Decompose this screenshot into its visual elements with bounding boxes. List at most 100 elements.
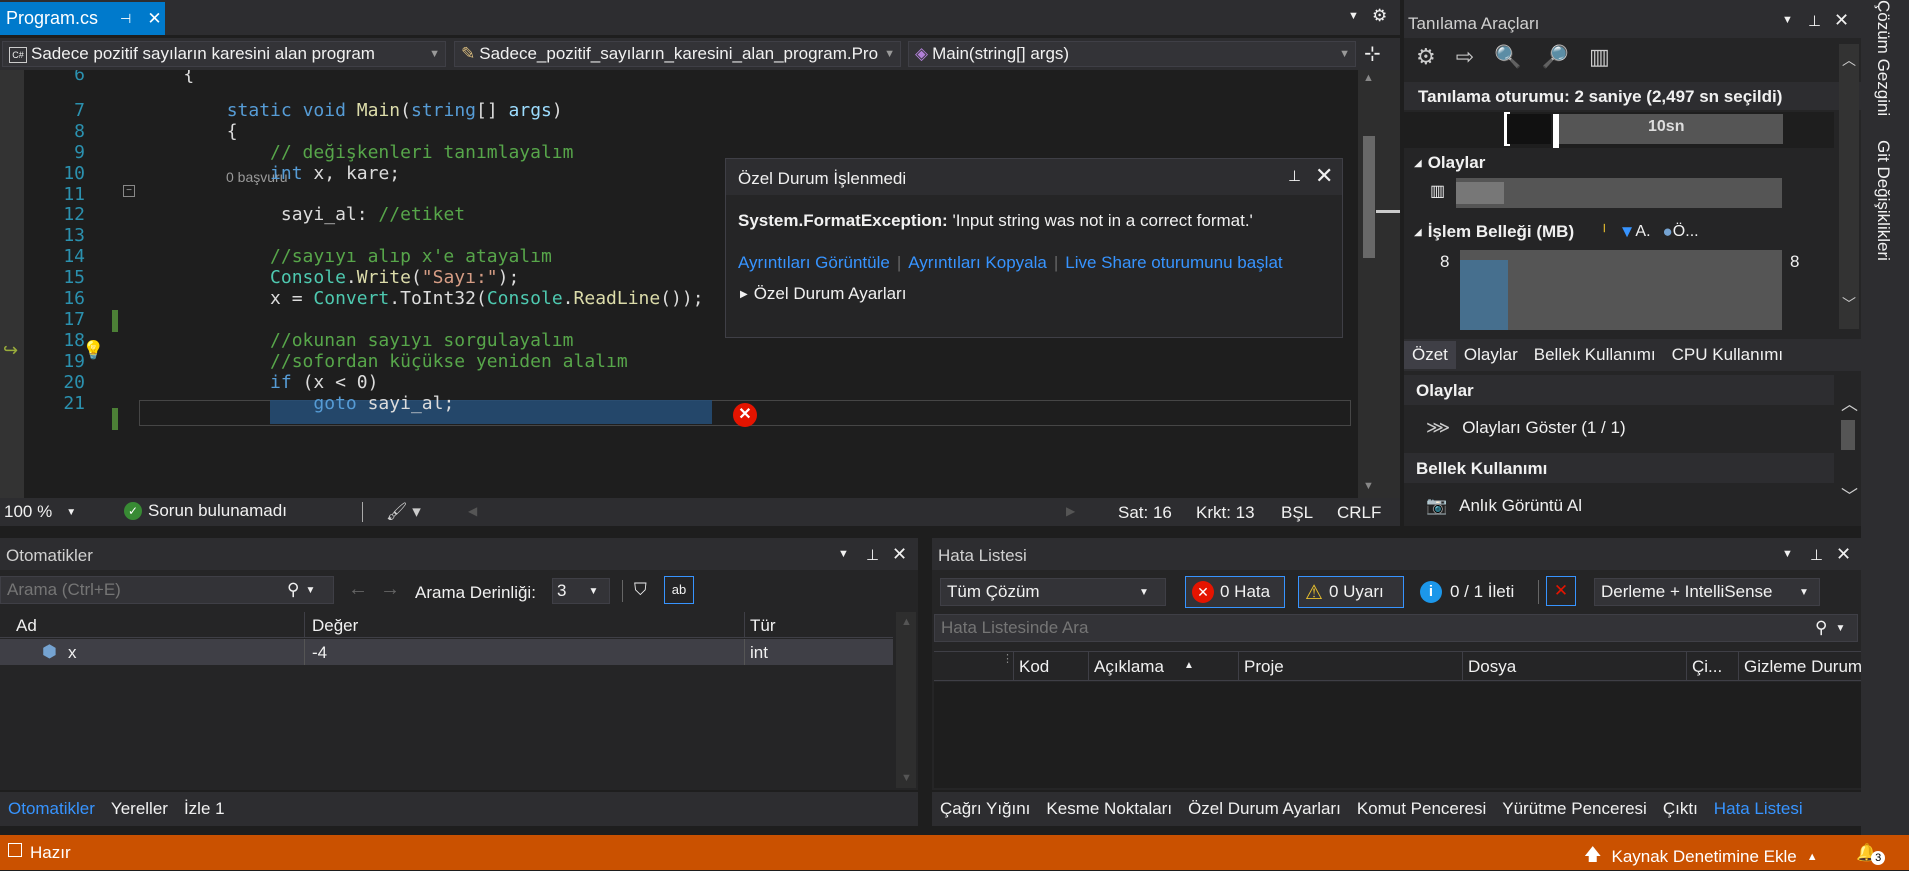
pin-icon[interactable]: ⊣ [120, 11, 131, 27]
tab-list-dropdown-icon[interactable]: ▼ [1348, 10, 1359, 22]
col-value[interactable]: Değer [312, 616, 358, 636]
pin-icon[interactable]: ⊥ [1288, 167, 1301, 185]
memory-section-header[interactable]: ◢ İşlem Belleği (MB) ╵ ▼ A. ● Ö... [1414, 222, 1699, 242]
project-dropdown[interactable]: C# Sadece pozitif sayıların karesini alan… [2, 41, 446, 67]
filter-icon[interactable]: ⛉ [634, 580, 647, 600]
cleanup-brush-icon[interactable]: 🖌 ▾ [386, 502, 421, 522]
settings-gear-icon[interactable]: ⚙ [1372, 6, 1387, 26]
scroll-down-icon[interactable]: ▼ [1363, 480, 1374, 492]
error-search-box[interactable]: ⚲▼ [934, 614, 1858, 642]
tab-komut-penceresi[interactable]: Komut Penceresi [1349, 799, 1494, 819]
tab-i-zle-1[interactable]: İzle 1 [176, 799, 233, 819]
zoom-dropdown[interactable]: 100 % ▼ [4, 502, 76, 522]
export-icon[interactable]: ⇨ [1456, 44, 1474, 70]
diag-scrollbar[interactable]: ︿ ﹀ [1839, 44, 1859, 329]
close-icon[interactable]: ✕ [1834, 10, 1849, 31]
take-snapshot-button[interactable]: 📷 Anlık Görüntü Al [1426, 496, 1582, 516]
tab-olaylar[interactable]: Olaylar [1456, 345, 1526, 365]
clear-filter-icon[interactable]: ✕ [1546, 576, 1576, 606]
line-ending[interactable]: CRLF [1337, 503, 1381, 523]
code-line[interactable]: { [140, 121, 238, 142]
code-line[interactable]: // değişkenleri tanımlayalım [140, 142, 573, 163]
code-line[interactable]: //sayıyı alıp x'e atayalım [140, 246, 552, 267]
tab-çıktı[interactable]: Çıktı [1655, 799, 1706, 819]
solution-explorer-tab[interactable]: Çözüm Gezgini [1873, 0, 1893, 116]
code-line[interactable]: //okunan sayıyı sorgulayalım [140, 330, 573, 351]
hex-view-icon[interactable]: ab [664, 576, 694, 604]
row-value[interactable]: -4 [312, 643, 327, 663]
autos-search-input[interactable]: ⚲▼ [0, 576, 334, 604]
reset-zoom-icon[interactable]: ▥ [1589, 44, 1610, 70]
zoom-in-icon[interactable]: 🔍 [1494, 44, 1521, 70]
scrollbar-thumb[interactable] [1363, 136, 1375, 258]
dropdown-icon[interactable]: ▼ [838, 548, 849, 560]
settings-icon[interactable]: ⚙ [1416, 44, 1436, 70]
col-4[interactable]: Çi... [1692, 657, 1722, 677]
source-control-button[interactable]: 🡅 Kaynak Denetimine Ekle ▲ [1584, 842, 1818, 871]
errors-filter-button[interactable]: ✕ 0 Hata [1185, 576, 1285, 608]
tab-bellek-kullanımı[interactable]: Bellek Kullanımı [1526, 345, 1664, 365]
tab-özet[interactable]: Özet [1404, 341, 1456, 369]
error-icon[interactable]: ✕ [733, 403, 757, 427]
collapse-icon[interactable]: − [123, 185, 135, 197]
member-dropdown[interactable]: ◈ Main(string[] args) ▼ [908, 41, 1356, 67]
live-share-link[interactable]: Live Share oturumunu başlat [1065, 253, 1282, 273]
code-line[interactable]: static void Main(string[] args) [140, 100, 563, 121]
table-row[interactable]: ⬢ x -4 int [0, 639, 893, 665]
show-events-button[interactable]: ⋙ Olayları Göster (1 / 1) [1426, 418, 1626, 438]
view-details-link[interactable]: Ayrıntıları Görüntüle [738, 253, 890, 273]
search-input[interactable] [935, 618, 1815, 638]
col-3[interactable]: Dosya [1468, 657, 1516, 677]
editor-scrollbar[interactable]: ▲ ▼ [1358, 70, 1380, 498]
col-2[interactable]: Proje [1244, 657, 1284, 677]
timeline-ruler[interactable]: 10sn [1404, 112, 1834, 148]
tab-otomatikler[interactable]: Otomatikler [0, 799, 103, 819]
code-line[interactable]: goto sayi_al; [140, 393, 454, 414]
git-changes-tab[interactable]: Git Değişiklikleri [1873, 140, 1893, 261]
lightbulb-icon[interactable]: 💡 [82, 340, 104, 361]
dropdown-icon[interactable]: ▼ [1782, 548, 1793, 560]
autos-scrollbar[interactable]: ▲ ▼ [896, 612, 916, 788]
zoom-out-icon[interactable]: 🔎 [1542, 44, 1569, 70]
scroll-up-icon[interactable]: ▲ [1363, 72, 1374, 84]
tab-cpu-kullanımı[interactable]: CPU Kullanımı [1664, 345, 1791, 365]
col-1[interactable]: Açıklama [1094, 657, 1164, 677]
column-position[interactable]: Krkt: 13 [1196, 503, 1255, 523]
pin-icon[interactable]: ⊥ [866, 546, 879, 564]
dropdown-icon[interactable]: ▼ [1782, 14, 1793, 26]
scope-select[interactable]: Tüm Çözüm ▼ [940, 578, 1166, 606]
diag-summary-scrollbar[interactable]: ︿ ﹀ [1839, 390, 1859, 510]
code-line[interactable]: Console.Write("Sayı:"); [140, 267, 519, 288]
tab-çağrı-yığını[interactable]: Çağrı Yığını [932, 799, 1038, 819]
pin-icon[interactable]: ⊥ [1810, 546, 1823, 564]
close-tab-icon[interactable]: ✕ [147, 9, 161, 29]
issues-indicator[interactable]: ✓ Sorun bulunamadı [124, 501, 287, 521]
messages-filter-button[interactable]: i 0 / 1 İleti [1414, 576, 1524, 608]
insert-mode[interactable]: BŞL [1281, 503, 1313, 523]
search-depth-select[interactable]: 3 ▼ [552, 578, 610, 604]
line-position[interactable]: Sat: 16 [1118, 503, 1172, 523]
col-name[interactable]: Ad [16, 616, 37, 636]
code-line[interactable]: { [140, 70, 194, 85]
back-arrow-icon[interactable]: ← [348, 578, 368, 601]
tab-program-cs[interactable]: Program.cs ⊣ ✕ [0, 2, 165, 35]
forward-arrow-icon[interactable]: → [380, 578, 400, 601]
pin-icon[interactable]: ⊥ [1808, 12, 1821, 30]
events-section-header[interactable]: ◢ Olaylar [1414, 153, 1485, 173]
tab-yereller[interactable]: Yereller [103, 799, 176, 819]
close-icon[interactable]: ✕ [1315, 163, 1333, 189]
tab-özel-durum-ayarları[interactable]: Özel Durum Ayarları [1180, 799, 1349, 819]
search-input[interactable] [1, 580, 287, 600]
code-line[interactable]: x = Convert.ToInt32(Console.ReadLine()); [140, 288, 704, 309]
build-select[interactable]: Derleme + IntelliSense ▼ [1594, 578, 1820, 606]
close-icon[interactable]: ✕ [1836, 544, 1851, 565]
code-line[interactable]: int x, kare; [140, 163, 400, 184]
col-0[interactable]: Kod [1019, 657, 1049, 677]
search-icon[interactable]: ⚲ [1815, 618, 1827, 638]
code-line[interactable]: //sofordan küçükse yeniden alalım [140, 351, 628, 372]
split-editor-icon[interactable]: ⊹ [1364, 41, 1381, 66]
tab-kesme-noktaları[interactable]: Kesme Noktaları [1038, 799, 1180, 819]
code-line[interactable]: if (x < 0) [140, 372, 378, 393]
close-icon[interactable]: ✕ [892, 544, 907, 565]
search-icon[interactable]: ⚲ [287, 580, 299, 600]
